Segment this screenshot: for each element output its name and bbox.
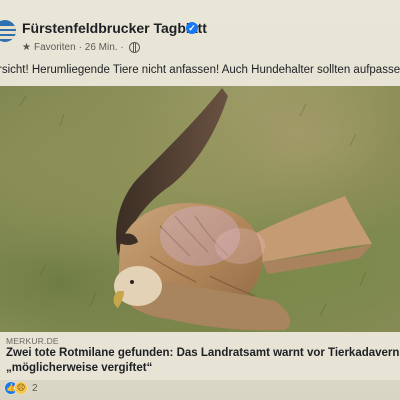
facebook-post-screen: Fürstenfeldbrucker Tagblatt ✓ ★ Favorite… <box>0 0 400 400</box>
verified-badge-icon: ✓ <box>186 22 198 34</box>
sad-reaction-icon: ☹ <box>14 381 28 395</box>
page-avatar[interactable] <box>0 20 16 42</box>
reaction-count[interactable]: 2 <box>32 383 38 394</box>
post-header: Fürstenfeldbrucker Tagblatt ✓ ★ Favorite… <box>0 0 400 60</box>
post-meta: ★ Favoriten · 26 Min. · <box>22 42 140 53</box>
link-domain: MERKUR.DE <box>6 336 59 346</box>
link-headline-line-1[interactable]: Zwei tote Rotmilane gefunden: Das Landra… <box>6 347 400 359</box>
post-time[interactable]: · 26 Min. · <box>79 42 124 53</box>
star-icon: ★ <box>22 42 31 53</box>
reactions-summary[interactable]: 👍 ☹ 2 <box>4 381 38 395</box>
post-photo-dead-red-kite[interactable] <box>0 86 400 332</box>
page-name-link[interactable]: Fürstenfeldbrucker Tagblatt <box>22 20 207 36</box>
audience-label[interactable]: Favoriten <box>34 42 76 53</box>
bird-illustration <box>19 88 372 331</box>
link-headline-line-2[interactable]: „möglicherweise vergiftet“ <box>6 362 152 374</box>
globe-icon <box>128 42 140 53</box>
post-text: rsicht! Herumliegende Tiere nicht anfass… <box>0 64 400 76</box>
